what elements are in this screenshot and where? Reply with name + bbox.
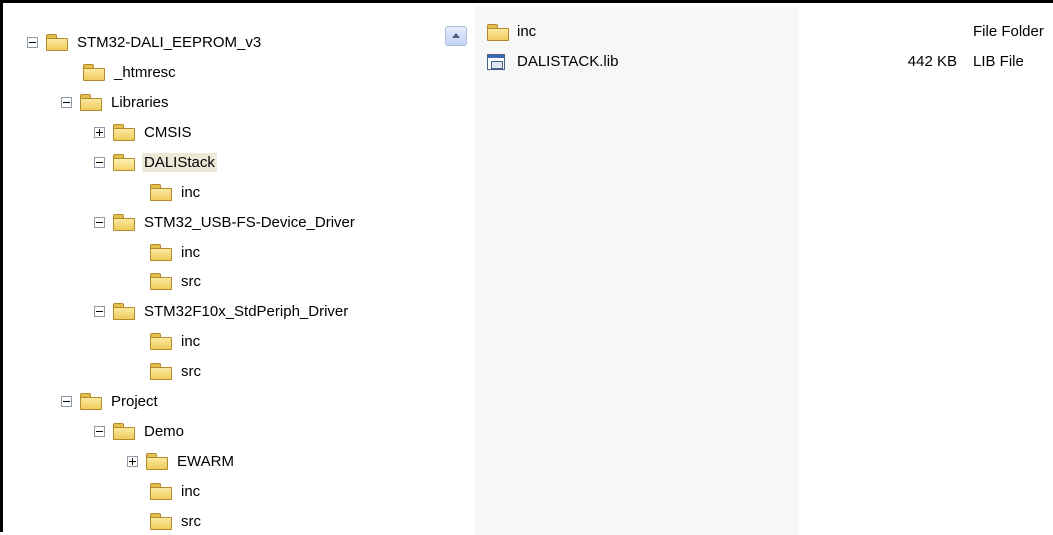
tree-node-label: EWARM bbox=[177, 452, 234, 470]
tree-node-demo-inc[interactable]: inc bbox=[150, 479, 202, 503]
folder-tree: STM32-DALI_EEPROM_v3 _htmresc Libraries … bbox=[6, 6, 471, 535]
tree-node-dalistack-inc[interactable]: inc bbox=[150, 180, 202, 204]
tree-node-stdperiph-inc[interactable]: inc bbox=[150, 329, 202, 353]
file-name: DALISTACK.lib bbox=[517, 53, 619, 70]
file-row-inc[interactable]: inc File Folder bbox=[475, 20, 1053, 44]
collapse-icon[interactable] bbox=[61, 96, 72, 108]
scroll-up-button[interactable] bbox=[445, 26, 467, 46]
collapse-icon[interactable] bbox=[94, 425, 105, 437]
tree-node-label: src bbox=[181, 362, 201, 380]
tree-node-label: inc bbox=[181, 482, 201, 500]
folder-icon bbox=[80, 393, 102, 410]
folder-icon bbox=[150, 184, 172, 201]
tree-node-label: Project bbox=[111, 392, 158, 410]
tree-node-label: src bbox=[181, 512, 201, 530]
collapse-icon[interactable] bbox=[94, 216, 105, 228]
file-list: inc File Folder DALISTACK.lib 442 KB LIB… bbox=[475, 6, 1053, 535]
tree-node-cmsis[interactable]: CMSIS bbox=[94, 120, 194, 144]
explorer-window: STM32-DALI_EEPROM_v3 _htmresc Libraries … bbox=[0, 0, 1053, 535]
tree-node-usb-inc[interactable]: inc bbox=[150, 240, 202, 264]
tree-node-dalistack[interactable]: DALIStack bbox=[94, 150, 217, 174]
file-size: 442 KB bbox=[907, 53, 957, 70]
folder-icon bbox=[150, 273, 172, 290]
tree-node-label: Demo bbox=[144, 422, 185, 440]
tree-node-label: Libraries bbox=[111, 93, 169, 111]
tree-node-label: STM32F10x_StdPeriph_Driver bbox=[144, 302, 349, 320]
tree-node-stm32f10x-stdperiph-driver[interactable]: STM32F10x_StdPeriph_Driver bbox=[94, 299, 350, 323]
tree-node-label: STM32-DALI_EEPROM_v3 bbox=[77, 33, 262, 51]
name-column-highlight bbox=[475, 6, 798, 535]
folder-icon bbox=[113, 303, 135, 320]
tree-node-label: inc bbox=[181, 332, 201, 350]
folder-icon bbox=[150, 333, 172, 350]
tree-node-label: _htmresc bbox=[114, 63, 176, 81]
lib-file-icon bbox=[487, 54, 505, 70]
folder-icon bbox=[46, 34, 68, 51]
tree-node-label: inc bbox=[181, 183, 201, 201]
folder-icon bbox=[150, 483, 172, 500]
folder-icon bbox=[150, 244, 172, 261]
tree-node-label: STM32_USB-FS-Device_Driver bbox=[144, 213, 355, 231]
folder-icon bbox=[113, 124, 135, 141]
collapse-icon[interactable] bbox=[94, 305, 105, 317]
tree-node-demo-src[interactable]: src bbox=[150, 509, 203, 533]
collapse-icon[interactable] bbox=[61, 395, 72, 407]
folder-icon bbox=[150, 363, 172, 380]
expand-icon[interactable] bbox=[94, 126, 105, 138]
tree-scrollbar[interactable] bbox=[443, 6, 471, 535]
folder-icon bbox=[113, 423, 135, 440]
tree-node-label: inc bbox=[181, 243, 201, 261]
tree-node-libraries[interactable]: Libraries bbox=[61, 90, 171, 114]
tree-node-usb-src[interactable]: src bbox=[150, 269, 203, 293]
collapse-icon[interactable] bbox=[94, 156, 105, 168]
tree-node-stdperiph-src[interactable]: src bbox=[150, 359, 203, 383]
folder-icon bbox=[150, 513, 172, 530]
folder-icon bbox=[83, 64, 105, 81]
tree-node-stm32-usb-fs-device-driver[interactable]: STM32_USB-FS-Device_Driver bbox=[94, 210, 357, 234]
open-folder-icon bbox=[113, 154, 135, 171]
tree-node-label: src bbox=[181, 272, 201, 290]
expand-icon[interactable] bbox=[127, 455, 138, 467]
tree-node-ewarm[interactable]: EWARM bbox=[127, 449, 236, 473]
file-row-dalistack-lib[interactable]: DALISTACK.lib 442 KB LIB File bbox=[475, 50, 1053, 74]
tree-node-stm32-dali-eeprom-v3[interactable]: STM32-DALI_EEPROM_v3 bbox=[27, 30, 263, 54]
tree-node-project[interactable]: Project bbox=[61, 389, 160, 413]
tree-node-demo[interactable]: Demo bbox=[94, 419, 186, 443]
folder-icon bbox=[113, 214, 135, 231]
tree-node-htmresc[interactable]: _htmresc bbox=[83, 60, 178, 84]
file-type: LIB File bbox=[973, 53, 1024, 70]
folder-icon bbox=[80, 94, 102, 111]
folder-icon bbox=[487, 24, 509, 41]
collapse-icon[interactable] bbox=[27, 36, 38, 48]
tree-node-label: CMSIS bbox=[144, 123, 192, 141]
file-name: inc bbox=[517, 23, 537, 40]
folder-icon bbox=[146, 453, 168, 470]
file-type: File Folder bbox=[973, 23, 1044, 40]
tree-node-label: DALIStack bbox=[142, 152, 217, 172]
